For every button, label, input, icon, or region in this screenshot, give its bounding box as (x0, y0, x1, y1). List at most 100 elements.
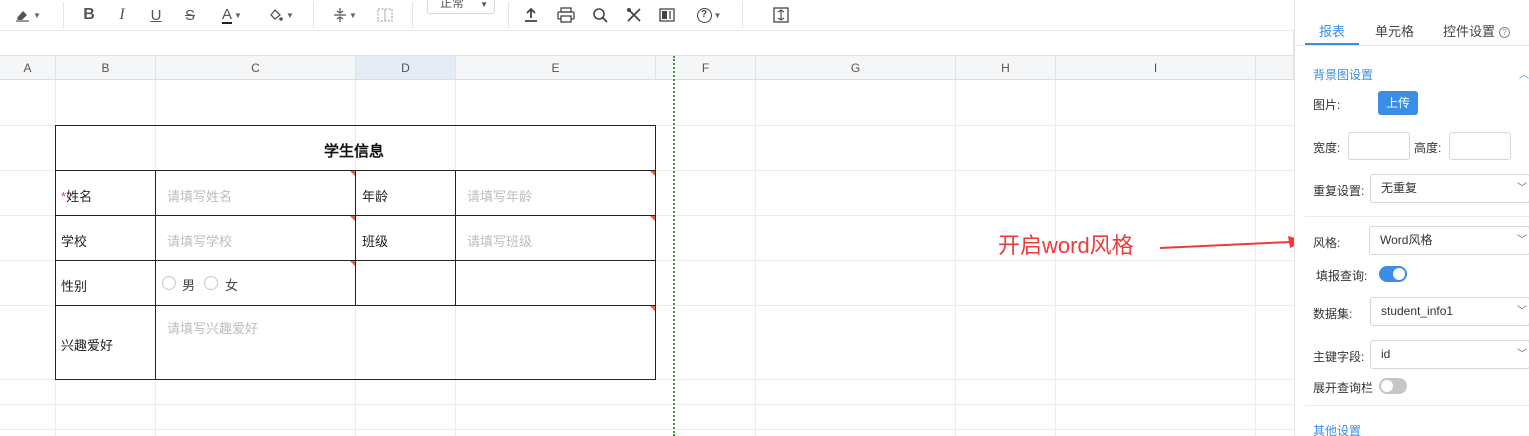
height-input[interactable] (1449, 132, 1511, 160)
italic-icon[interactable]: I (113, 4, 131, 26)
fill-query-toggle[interactable] (1379, 266, 1407, 282)
column-header-d[interactable]: D (356, 56, 456, 80)
chevron-down-icon: ﹀ (1517, 183, 1527, 194)
section-divider (1305, 405, 1529, 406)
table-border (55, 379, 656, 380)
tab-control-settings-label: 控件设置 (1443, 24, 1496, 39)
cell-marker (650, 171, 655, 176)
primary-key-value: id (1381, 347, 1391, 361)
name-label-text: 姓名 (66, 189, 93, 204)
strikethrough-icon[interactable]: S (181, 4, 199, 26)
tools-icon[interactable] (625, 4, 643, 26)
column-header-i[interactable]: I (1056, 56, 1256, 80)
active-tab-indicator (1305, 43, 1359, 45)
help-icon[interactable]: ? (1499, 27, 1511, 38)
dataset-label: 数据集: (1313, 307, 1353, 321)
toolbar-divider (508, 2, 509, 28)
column-header-e[interactable]: E (456, 56, 656, 80)
upload-button[interactable]: 上传 (1378, 91, 1418, 115)
column-header-next[interactable] (1256, 56, 1294, 80)
age-input[interactable]: 请填写年龄 (467, 186, 532, 205)
table-border (55, 125, 656, 126)
chevron-up-icon[interactable]: ︿ (1519, 66, 1529, 81)
font-color-icon[interactable]: A ▼ (215, 4, 249, 26)
fill-query-label: 填报查询: (1316, 269, 1368, 283)
expand-query-toggle[interactable] (1379, 378, 1407, 394)
tab-control-settings[interactable]: 控件设置? (1443, 21, 1511, 40)
font-size-select[interactable]: 正常 ▼ (427, 0, 495, 14)
style-label: 风格: (1313, 236, 1341, 250)
settings-panel: 报表 单元格 控件设置? 背景图设置 ︿ 图片: 上传 宽度: 高度: 重复设置… (1294, 0, 1529, 436)
help-icon[interactable]: ? ▼ (693, 4, 725, 26)
annotation-arrow-icon (1160, 236, 1305, 249)
class-input[interactable]: 请填写班级 (467, 231, 532, 250)
hobby-input[interactable]: 请填写兴趣爱好 (167, 318, 258, 337)
fill-color-icon[interactable]: ▼ (265, 4, 297, 26)
other-section-title[interactable]: 其他设置 (1313, 422, 1361, 436)
chevron-down-icon: ﹀ (1517, 306, 1527, 317)
width-input[interactable] (1348, 132, 1410, 160)
fullscreen-icon[interactable] (771, 4, 791, 26)
cell-marker (650, 216, 655, 221)
cell-marker (650, 306, 655, 311)
gender-radio-male[interactable] (162, 276, 176, 290)
vertical-align-icon[interactable]: ▼ (330, 4, 360, 26)
print-icon[interactable] (556, 4, 576, 26)
chart-icon[interactable] (658, 4, 676, 26)
image-label: 图片: (1313, 98, 1341, 112)
table-border (455, 170, 456, 306)
annotation-label: 开启word风格 (998, 233, 1134, 258)
school-label: 学校 (61, 234, 88, 249)
toolbar-divider (412, 2, 413, 28)
style-select[interactable]: Word风格 ﹀ (1369, 226, 1529, 255)
height-label: 高度: (1414, 141, 1442, 155)
column-header-b[interactable]: B (56, 56, 156, 80)
formula-bar[interactable] (0, 31, 1294, 56)
dataset-select[interactable]: student_info1 ﹀ (1370, 297, 1529, 326)
toolbar-divider (742, 2, 743, 28)
repeat-select[interactable]: 无重复 ﹀ (1370, 174, 1529, 203)
style-value: Word风格 (1380, 233, 1433, 247)
grid-line (0, 429, 1294, 430)
cell-marker (350, 216, 355, 221)
toolbar: ▼ B I U S A ▼ ▼ ▼ 正常 ▼ ? ▼ (0, 0, 1294, 31)
cell-marker (350, 261, 355, 266)
width-label: 宽度: (1313, 141, 1341, 155)
chevron-down-icon: ﹀ (1517, 349, 1527, 360)
column-header-g[interactable]: G (756, 56, 956, 80)
column-header-a[interactable]: A (0, 56, 56, 80)
name-label: *姓名 (61, 186, 92, 205)
page-break-line (673, 56, 675, 436)
table-border (55, 125, 56, 380)
upload-icon[interactable] (522, 4, 540, 26)
report-designer: ▼ B I U S A ▼ ▼ ▼ 正常 ▼ ? ▼ A B C D E F G… (0, 0, 1529, 436)
column-header-h[interactable]: H (956, 56, 1056, 80)
tab-report[interactable]: 报表 (1319, 21, 1345, 40)
eraser-icon[interactable]: ▼ (12, 4, 44, 26)
repeat-label: 重复设置: (1313, 184, 1365, 198)
tab-cell[interactable]: 单元格 (1375, 21, 1414, 40)
primary-key-select[interactable]: id ﹀ (1370, 340, 1529, 369)
table-border (355, 170, 356, 306)
school-input[interactable]: 请填写学校 (167, 231, 232, 250)
gender-radio-female[interactable] (204, 276, 218, 290)
grid-line (1255, 80, 1256, 436)
column-header-f[interactable]: F (656, 56, 756, 80)
grid-line (755, 80, 756, 436)
cell-marker (350, 171, 355, 176)
expand-query-label: 展开查询栏 (1313, 381, 1374, 395)
search-icon[interactable] (591, 4, 609, 26)
panel-tabs: 报表 单元格 控件设置? (1295, 0, 1529, 46)
background-section-title[interactable]: 背景图设置 (1313, 66, 1373, 83)
name-input[interactable]: 请填写姓名 (167, 186, 232, 205)
section-divider (1305, 216, 1529, 217)
grid-line (955, 80, 956, 436)
toolbar-divider (313, 2, 314, 28)
bold-icon[interactable]: B (80, 4, 98, 26)
grid-line (0, 404, 1294, 405)
chevron-down-icon: ﹀ (1517, 235, 1527, 246)
primary-key-label: 主键字段: (1313, 350, 1365, 364)
underline-icon[interactable]: U (147, 4, 165, 26)
merge-cells-icon[interactable] (375, 4, 395, 26)
column-header-c[interactable]: C (156, 56, 356, 80)
